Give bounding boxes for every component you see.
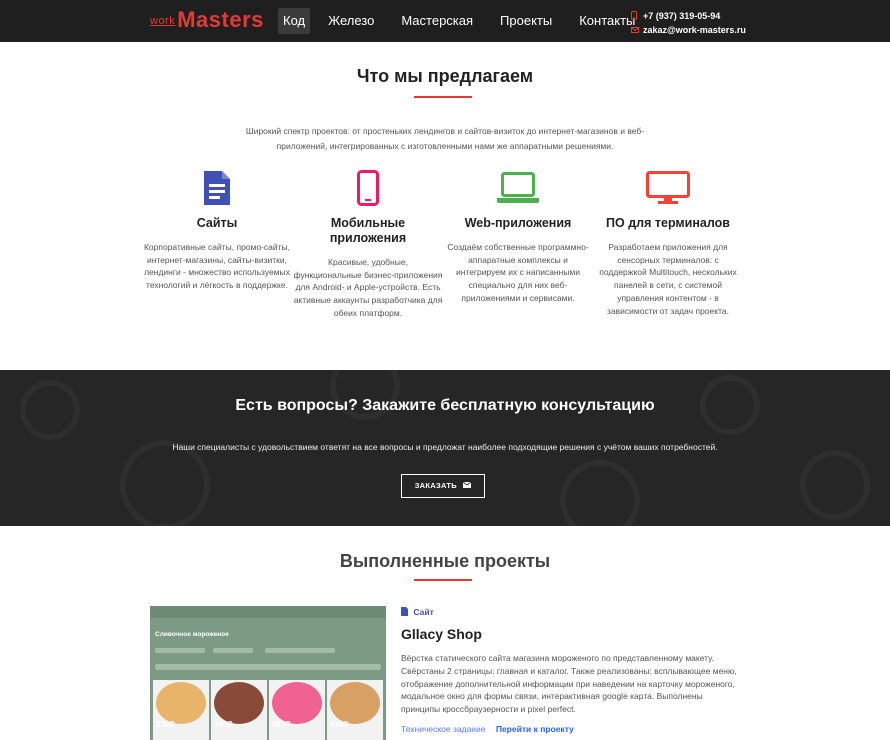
project-description: Вёрстка статического сайта магазина моро… — [401, 653, 737, 715]
email-row[interactable]: zakaz@work-masters.ru — [631, 23, 746, 37]
product-card: 380₽ — [211, 680, 267, 740]
service-title: Web-приложения — [464, 216, 572, 230]
service-mobile-apps: Мобильные приложения Красивые, удобные, … — [293, 168, 443, 320]
phone-icon — [631, 10, 643, 22]
projects-title: Выполненные проекты — [339, 551, 551, 571]
envelope-icon — [631, 25, 643, 35]
main-nav: Код Железо Мастерская Проекты Контакты — [278, 8, 657, 34]
service-text: Корпоративные сайты, промо-сайты, интерн… — [143, 242, 291, 291]
nav-item-hardware[interactable]: Железо — [323, 8, 379, 34]
consult-banner: Есть вопросы? Закажите бесплатную консул… — [0, 370, 890, 526]
site-header: work Masters Код Железо Мастерская Проек… — [0, 0, 890, 42]
offer-title: Что мы предлагаем — [356, 66, 534, 86]
projects-title-underline — [414, 579, 472, 581]
gear-pattern-icon — [800, 450, 870, 520]
logo[interactable]: work Masters — [150, 8, 264, 32]
service-title: Сайты — [196, 216, 238, 230]
project-screenshot[interactable]: Сливочное мороженое 310₽ 380₽ 355₽ 415₽ — [150, 606, 386, 740]
email-address: zakaz@work-masters.ru — [643, 25, 746, 35]
gear-pattern-icon — [120, 440, 210, 526]
service-text: Создаём собственные программно-аппаратны… — [447, 242, 589, 303]
project-type-label: Сайт — [413, 607, 434, 617]
nav-item-code[interactable]: Код — [278, 8, 311, 34]
service-text: Разработаем приложения для сенсорных тер… — [599, 242, 737, 316]
phone-row[interactable]: +7 (937) 319-05-94 — [631, 9, 746, 23]
laptop-icon — [443, 168, 593, 208]
product-price: 415₽ — [330, 720, 349, 729]
project-type: Сайт — [401, 607, 434, 618]
phone-number: +7 (937) 319-05-94 — [643, 11, 721, 21]
order-button-label: ЗАКАЗАТЬ — [414, 481, 457, 490]
product-price: 310₽ — [156, 720, 175, 729]
logo-small-text: work — [150, 15, 176, 27]
screenshot-filters — [155, 644, 381, 678]
project-links: Техническое задание Перейти к проекту — [401, 724, 574, 734]
service-text: Красивые, удобные, функциональные бизнес… — [293, 257, 443, 318]
service-terminal-software: ПО для терминалов Разработаем приложения… — [593, 168, 743, 317]
spec-link[interactable]: Техническое задание — [401, 724, 485, 734]
service-title: Мобильные приложения — [329, 216, 407, 245]
document-icon — [142, 168, 292, 208]
product-price: 380₽ — [214, 720, 233, 729]
screenshot-topbar — [150, 606, 386, 618]
consult-title: Есть вопросы? Закажите бесплатную консул… — [235, 397, 655, 414]
nav-item-projects[interactable]: Проекты — [495, 8, 557, 34]
project-name: Gllacy Shop — [401, 626, 482, 642]
envelope-icon — [463, 475, 472, 497]
order-button[interactable]: ЗАКАЗАТЬ — [401, 474, 485, 498]
offer-intro: Широкий спектр проектов: от простеньких … — [245, 126, 645, 151]
monitor-icon — [593, 168, 743, 208]
service-web-apps: Web-приложения Создаём собственные прогр… — [443, 168, 593, 305]
logo-big-text: Masters — [177, 7, 264, 32]
consult-text: Наши специалисты с удовольствием ответят… — [172, 442, 718, 452]
nav-item-workshop[interactable]: Мастерская — [396, 8, 478, 34]
header-contacts: +7 (937) 319-05-94 zakaz@work-masters.ru — [631, 9, 746, 37]
service-title: ПО для терминалов — [606, 216, 730, 230]
offer-title-underline — [414, 96, 472, 98]
gear-pattern-icon — [560, 460, 640, 526]
go-to-project-link[interactable]: Перейти к проекту — [496, 724, 574, 734]
product-card: 415₽ — [327, 680, 383, 740]
product-card: 310₽ — [153, 680, 209, 740]
service-websites: Сайты Корпоративные сайты, промо-сайты, … — [142, 168, 292, 292]
smartphone-icon — [293, 168, 443, 208]
product-card: 355₽ — [269, 680, 325, 740]
document-icon — [401, 607, 408, 618]
screenshot-page-title: Сливочное мороженое — [155, 631, 229, 638]
product-price: 355₽ — [272, 720, 291, 729]
